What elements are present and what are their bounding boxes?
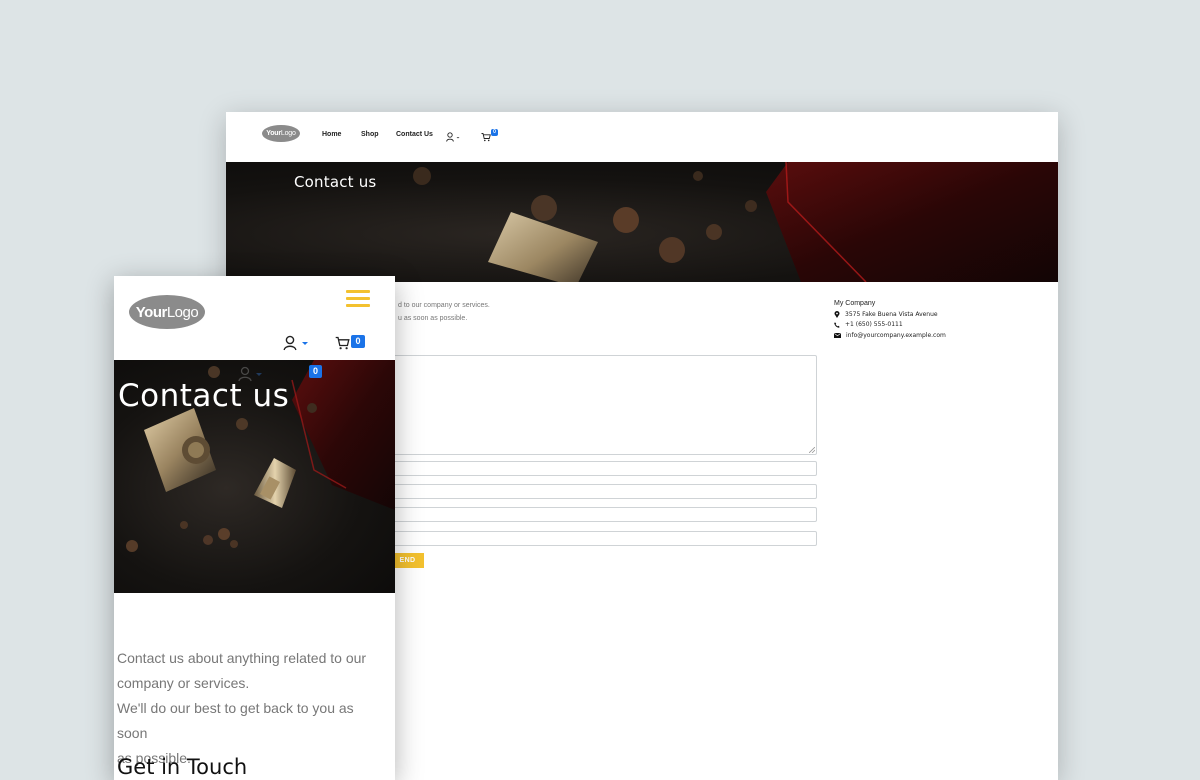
nav-shop-link[interactable]: Shop (361, 131, 379, 138)
mobile-preview: Your Logo 0 0 Contact us Contact us abou… (114, 276, 395, 780)
mobile-intro-line-1: Contact us about anything related to our (117, 650, 367, 666)
mobile-intro-line-3: We'll do our best to get back to you as … (117, 700, 354, 741)
user-icon (446, 132, 460, 142)
mobile-user-menu[interactable] (283, 335, 311, 356)
envelope-icon (834, 332, 841, 338)
get-in-touch-heading: Get in Touch (117, 755, 248, 779)
desktop-hero-banner: Contact us (226, 162, 1058, 282)
mobile-logo[interactable]: Your Logo (129, 295, 205, 329)
desktop-logo[interactable]: Your Logo (262, 125, 300, 142)
company-name: My Company (834, 300, 876, 307)
desktop-hero-title: Contact us (294, 173, 377, 191)
company-address: 3575 Fake Buena Vista Avenue (845, 310, 938, 318)
hamburger-menu-icon[interactable] (346, 290, 370, 307)
user-icon (283, 335, 308, 351)
logo-light-text: Logo (166, 303, 199, 321)
desktop-intro-line-2: u as soon as possible. (398, 315, 468, 322)
company-email-row[interactable]: info@yourcompany.example.com (834, 330, 946, 341)
send-button[interactable]: END (391, 553, 424, 568)
logo-bold-text: Your (266, 130, 281, 137)
mobile-cart-button[interactable] (335, 336, 350, 355)
desktop-navbar: Your Logo Home Shop Contact Us 0 (226, 112, 1058, 162)
company-info: My Company 3575 Fake Buena Vista Avenue … (834, 300, 946, 341)
mobile-intro-text: Contact us about anything related to our… (117, 646, 387, 771)
logo-bold-text: Your (135, 303, 168, 321)
map-marker-icon (834, 310, 840, 318)
ghost-cart-count-badge: 0 (309, 365, 322, 378)
logo-light-text: Logo (280, 130, 296, 137)
company-phone: +1 (650) 555-0111 (845, 321, 903, 329)
chevron-down-icon (302, 342, 308, 345)
company-address-row: 3575 Fake Buena Vista Avenue (834, 309, 946, 320)
cart-icon (335, 336, 350, 350)
user-menu[interactable] (446, 129, 462, 147)
nav-contact-link[interactable]: Contact Us (396, 131, 433, 138)
cart-icon (481, 133, 491, 142)
mobile-cart-count-badge: 0 (351, 335, 365, 348)
company-phone-row: +1 (650) 555-0111 (834, 320, 946, 331)
phone-icon (834, 322, 840, 328)
mobile-hero-title: Contact us (118, 378, 290, 414)
nav-home-link[interactable]: Home (322, 131, 341, 138)
company-email[interactable]: info@yourcompany.example.com (846, 332, 946, 339)
resize-handle-icon[interactable] (809, 447, 815, 453)
cart-count-badge: 0 (491, 129, 498, 136)
mobile-hero-banner: 0 Contact us (114, 360, 395, 593)
cart-button[interactable] (481, 129, 491, 147)
mobile-intro-line-2: company or services. (117, 675, 250, 691)
desktop-intro-line-1: d to our company or services. (398, 302, 490, 309)
